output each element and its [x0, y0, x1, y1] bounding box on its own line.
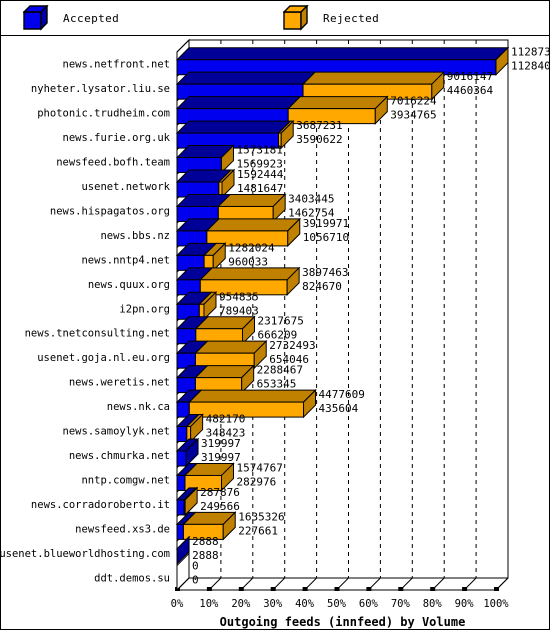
bar-value-total: 319997: [201, 437, 241, 450]
y-axis-category-label: news.weretis.net: [69, 377, 170, 389]
y-axis-category-label: nntp.comgw.net: [81, 474, 170, 486]
bar-value-accepted: 319997: [201, 451, 241, 464]
bar-value-accepted: 435604: [319, 402, 359, 415]
bar-group: [175, 168, 236, 199]
bar-group: [175, 95, 389, 125]
y-axis-category-label: news.chmurka.net: [69, 450, 170, 462]
bar-value-total: 2732493: [269, 339, 315, 352]
bar-value-total: 2888: [192, 535, 219, 548]
y-axis-category-label: photonic.trudheim.com: [37, 108, 170, 120]
x-tick-label: 60%: [359, 598, 379, 610]
bar-value-accepted: 3590622: [296, 133, 342, 146]
legend-label-accepted: Accepted: [63, 11, 120, 25]
bar-group: [175, 339, 268, 370]
bar-value-total: 1635326: [238, 510, 284, 523]
bar-value-total: 954835: [219, 290, 259, 303]
y-axis-category-label: newsfeed.bofh.team: [56, 157, 170, 169]
legend-label-rejected: Rejected: [323, 11, 380, 25]
bar-value-total: 3919971: [303, 217, 349, 230]
bar-value-accepted: 4460364: [447, 84, 494, 97]
bar-group: [175, 144, 235, 174]
bar-value-accepted: 282976: [237, 475, 277, 488]
bar-value-total: 3897463: [302, 266, 348, 279]
bar-value-accepted: 960033: [228, 255, 268, 268]
bar-value-accepted: 3934765: [390, 109, 436, 122]
chart-legend: Accepted Rejected: [1, 1, 549, 36]
bar-value-total: 2317675: [258, 315, 304, 328]
y-axis-category-label: usenet.network: [81, 181, 170, 193]
x-tick-label: 40%: [295, 598, 315, 610]
bar-group: [175, 315, 256, 345]
y-axis-category-label: i2pn.org: [119, 303, 170, 315]
bar-value-accepted: 11284074: [511, 60, 549, 73]
bar-value-accepted: 227661: [238, 524, 278, 537]
x-tick-label: 90%: [455, 598, 475, 610]
bar-value-total: 0: [192, 559, 199, 572]
bar-value-total: 11287332: [511, 46, 549, 59]
y-axis-category-label: news.quux.org: [88, 279, 170, 291]
x-axis-title: Outgoing feeds (innfeed) by Volume: [220, 615, 466, 629]
bar-value-total: 482170: [206, 413, 246, 426]
bar-value-total: 3687231: [296, 119, 342, 132]
chart-plot-area: 0% 10% 20% 30% 40% 50% 60% 70% 80% 90% 100% 1128733…: [1, 36, 549, 629]
y-axis-category-label: news.nk.ca: [107, 401, 170, 413]
x-tick-label: 70%: [391, 598, 411, 610]
x-tick-label: 30%: [263, 598, 283, 610]
cube-icon: [23, 5, 49, 31]
x-tick-label: 50%: [327, 598, 347, 610]
y-axis-category-label: nyheter.lysator.liu.se: [31, 83, 170, 95]
x-tick-label: 80%: [423, 598, 443, 610]
chart-window: Accepted Rejected 0% 10% 20% 30% 40% 50% 60% 70…: [0, 0, 550, 630]
y-axis-category-label: ddt.demos.su: [94, 572, 170, 584]
legend-item-rejected: Rejected: [283, 1, 379, 35]
bar-value-accepted: 0: [192, 573, 199, 586]
bar-value-total: 4477609: [319, 388, 365, 401]
y-axis-category-label: news.netfront.net: [63, 59, 170, 71]
y-axis-category-label: news.furie.org.uk: [63, 132, 171, 144]
bar-value-total: 9016147: [447, 70, 493, 83]
bar-value-accepted: 1056710: [303, 231, 349, 244]
bar-group: [175, 364, 255, 394]
bar-value-accepted: 824670: [302, 280, 342, 293]
legend-item-accepted: Accepted: [23, 1, 119, 35]
y-axis-category-label: news.samoylyk.net: [63, 426, 170, 438]
bar-value-total: 1282024: [228, 241, 275, 254]
y-axis-category-label: usenet.blueworldhosting.com: [1, 548, 170, 560]
y-axis-category-label: newsfeed.xs3.de: [75, 523, 170, 535]
x-tick-label: 0%: [171, 598, 184, 610]
y-axis-category-label: usenet.goja.nl.eu.org: [37, 352, 170, 364]
y-axis-category-label: news.bbs.nz: [100, 230, 170, 242]
bar-value-accepted: 653345: [257, 378, 297, 391]
bar-chart: 0% 10% 20% 30% 40% 50% 60% 70% 80% 90% 100% 1128733…: [1, 38, 549, 629]
bar-value-total: 1573181: [236, 144, 282, 157]
cube-icon: [283, 5, 309, 31]
y-axis-category-label: news.tnetconsulting.net: [25, 328, 170, 340]
bar-value-accepted: 1481647: [237, 182, 283, 195]
bar-value-total: 3403445: [288, 192, 334, 205]
bar-value-total: 1592444: [237, 168, 284, 181]
y-axis-category-label: news.corradoroberto.it: [31, 499, 170, 511]
y-axis-category-label: news.nntp4.net: [81, 254, 170, 266]
bar-value-total: 1574767: [237, 461, 283, 474]
x-tick-label: 100%: [483, 598, 509, 610]
y-axis-category-label: news.hispagatos.org: [50, 205, 170, 217]
x-tick-label: 10%: [199, 598, 219, 610]
bar-value-total: 7016224: [390, 95, 437, 108]
bar-group: [175, 388, 317, 419]
bar-group: [175, 193, 287, 223]
bar-value-total: 2288467: [257, 364, 303, 377]
bar-value-accepted: 249566: [200, 500, 240, 513]
bar-value-accepted: 789403: [219, 304, 259, 317]
x-tick-label: 20%: [231, 598, 251, 610]
bar-value-total: 287876: [200, 486, 240, 499]
